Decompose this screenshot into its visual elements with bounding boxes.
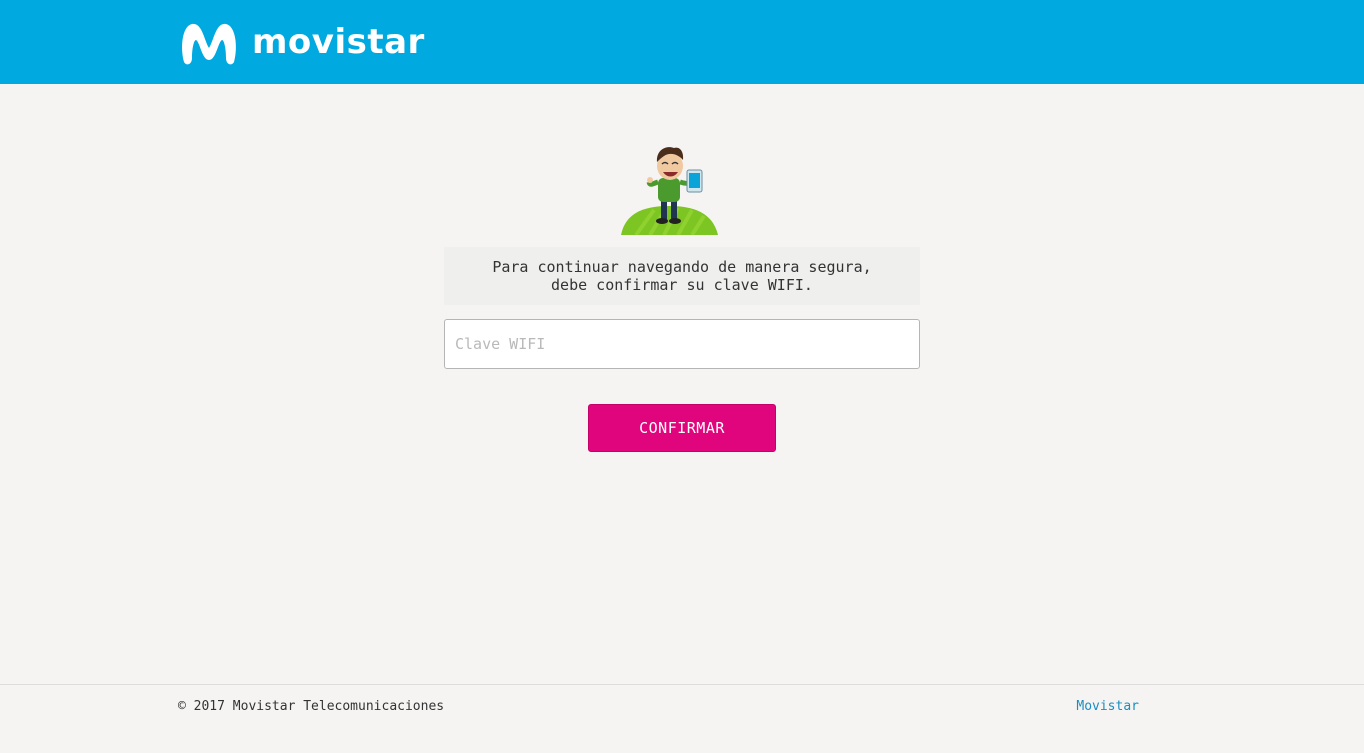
security-message-text: Para continuar navegando de manera segur… — [492, 258, 872, 294]
brand-name: movistar — [252, 22, 425, 62]
footer-movistar-link[interactable]: Movistar — [1076, 699, 1139, 714]
footer: © 2017 Movistar Telecomunicaciones Movis… — [0, 684, 1364, 753]
mascot-illustration — [621, 147, 718, 235]
confirm-button[interactable]: CONFIRMAR — [588, 404, 776, 452]
movistar-m-logo-icon — [182, 23, 236, 65]
movistar-logo[interactable]: movistar — [178, 18, 425, 66]
copyright-text: © 2017 Movistar Telecomunicaciones — [178, 699, 445, 714]
security-message: Para continuar navegando de manera segur… — [444, 247, 920, 305]
wifi-password-input[interactable] — [444, 319, 920, 369]
top-header: movistar — [0, 0, 1364, 84]
